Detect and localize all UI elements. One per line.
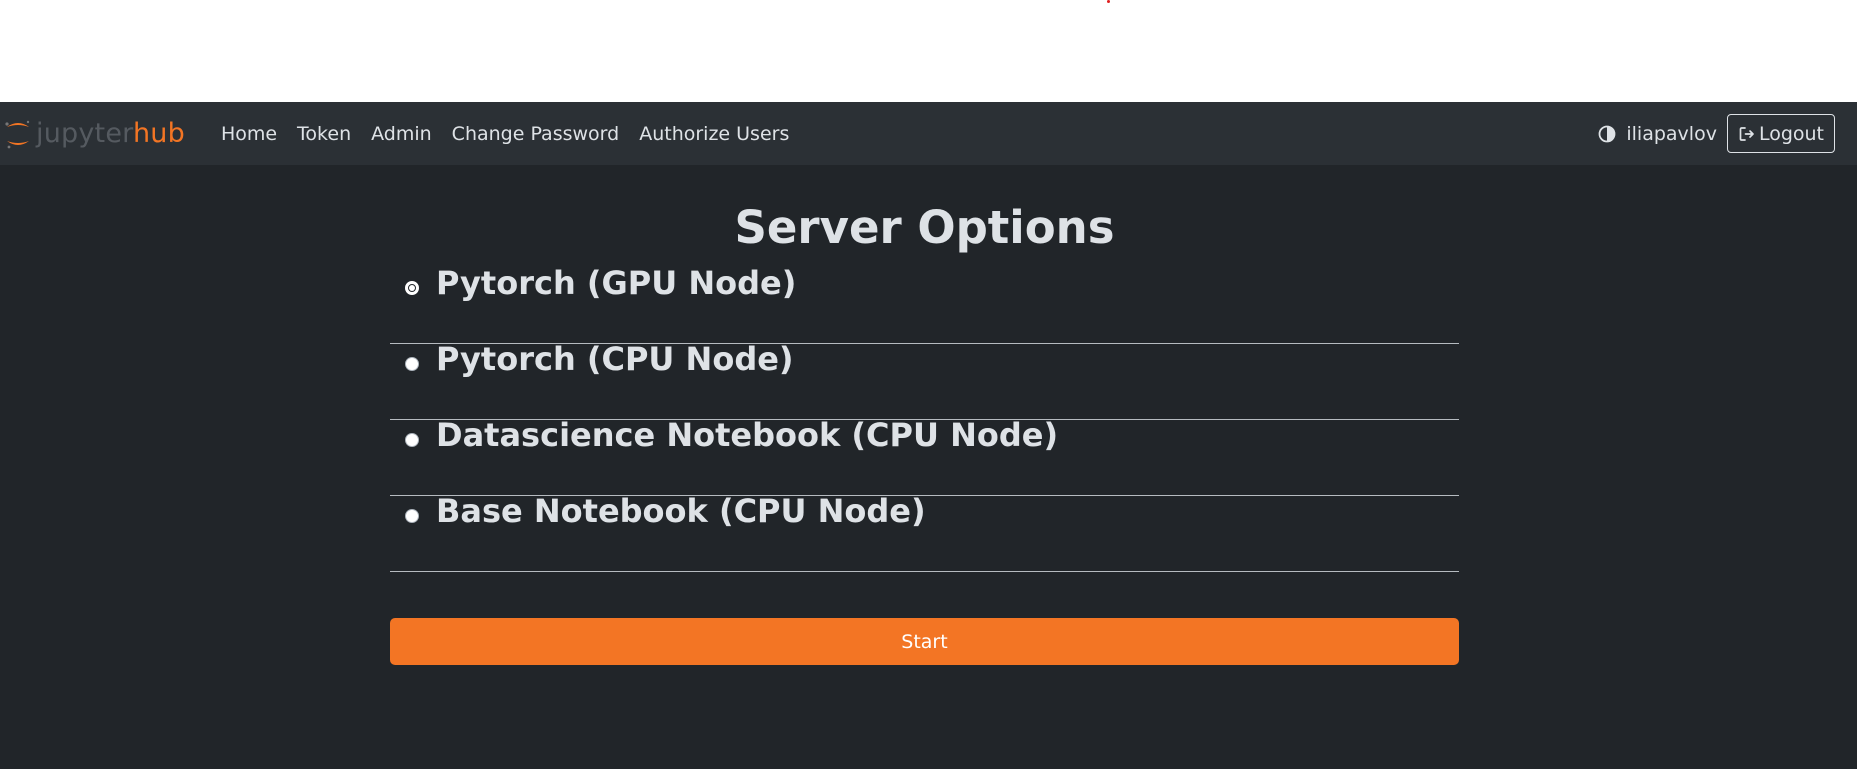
red-dot-marker bbox=[1107, 0, 1110, 3]
nav-authorize-users[interactable]: Authorize Users bbox=[629, 123, 799, 145]
brand-hub: hub bbox=[132, 118, 185, 149]
option-label: Pytorch (GPU Node) bbox=[436, 264, 797, 302]
nav-home[interactable]: Home bbox=[211, 123, 287, 145]
logout-button[interactable]: Logout bbox=[1726, 114, 1835, 153]
main-content: Server Options Pytorch (GPU Node) Pytorc… bbox=[0, 165, 1857, 769]
option-pytorch-gpu[interactable]: Pytorch (GPU Node) bbox=[390, 264, 1459, 344]
radio-pytorch-cpu[interactable] bbox=[405, 357, 419, 371]
browser-blank-area bbox=[0, 0, 1857, 102]
radio-datascience-cpu[interactable] bbox=[405, 433, 419, 447]
nav-user-area: iliapavlov Logout bbox=[1598, 102, 1835, 165]
option-label: Datascience Notebook (CPU Node) bbox=[436, 416, 1059, 454]
brand-text: jupyterhub bbox=[36, 120, 185, 147]
option-base-cpu[interactable]: Base Notebook (CPU Node) bbox=[390, 492, 1459, 572]
option-label: Base Notebook (CPU Node) bbox=[436, 492, 926, 530]
top-navbar: jupyterhub Home Token Admin Change Passw… bbox=[0, 102, 1857, 165]
start-button[interactable]: Start bbox=[390, 618, 1459, 665]
nav-links: Home Token Admin Change Password Authori… bbox=[211, 102, 799, 165]
radio-base-cpu[interactable] bbox=[405, 509, 419, 523]
option-pytorch-cpu[interactable]: Pytorch (CPU Node) bbox=[390, 340, 1459, 420]
option-label: Pytorch (CPU Node) bbox=[436, 340, 794, 378]
brand-jupyter: jupyter bbox=[36, 118, 133, 149]
nav-change-password[interactable]: Change Password bbox=[442, 123, 630, 145]
jupyterhub-logo[interactable]: jupyterhub bbox=[0, 102, 185, 165]
nav-admin[interactable]: Admin bbox=[361, 123, 442, 145]
sign-out-icon bbox=[1739, 126, 1754, 141]
nav-token[interactable]: Token bbox=[287, 123, 361, 145]
page-title: Server Options bbox=[734, 201, 1115, 254]
radio-pytorch-gpu[interactable] bbox=[405, 281, 419, 295]
logout-label: Logout bbox=[1758, 122, 1824, 145]
jupyter-logo-icon bbox=[5, 120, 30, 148]
username: iliapavlov bbox=[1626, 122, 1717, 145]
option-datascience-cpu[interactable]: Datascience Notebook (CPU Node) bbox=[390, 416, 1459, 496]
server-options-list: Pytorch (GPU Node) Pytorch (CPU Node) Da… bbox=[390, 264, 1459, 572]
half-circle-contrast-icon[interactable] bbox=[1598, 125, 1616, 143]
